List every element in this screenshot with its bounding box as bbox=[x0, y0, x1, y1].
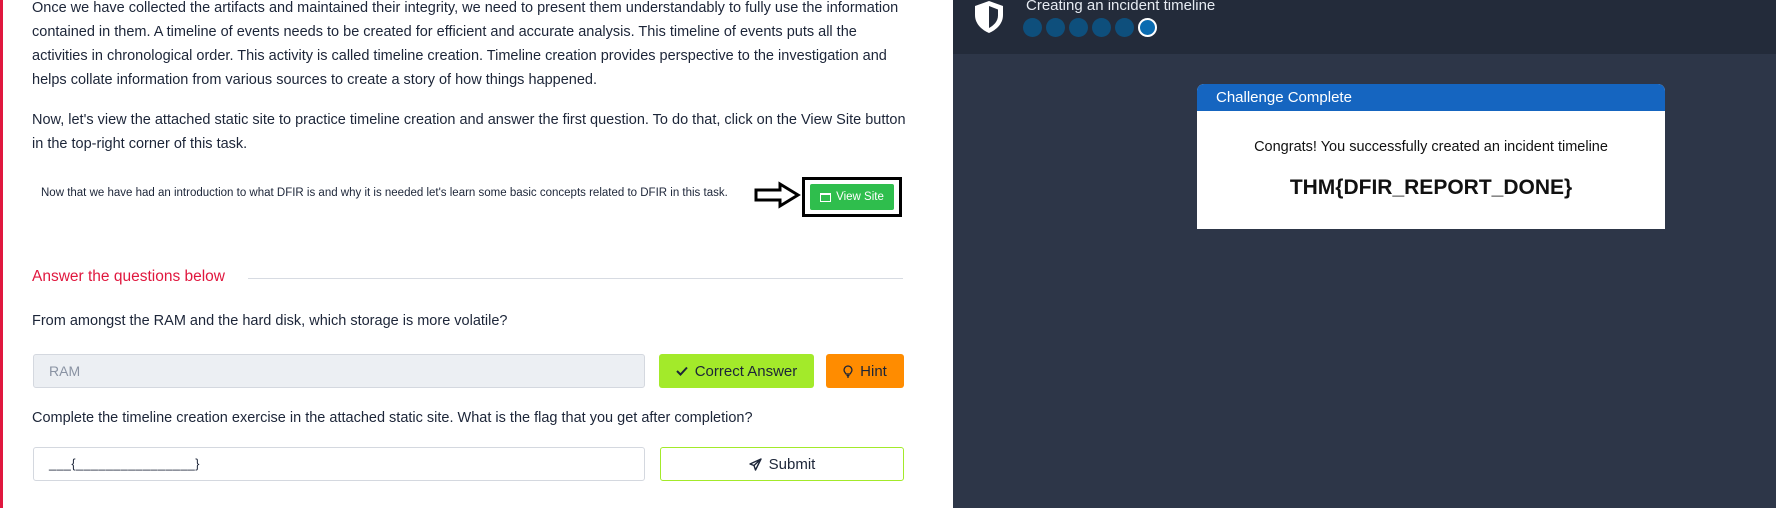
static-site-panel: Creating an incident timeline Challenge … bbox=[953, 0, 1776, 508]
arrow-right-icon bbox=[754, 181, 801, 209]
site-title: Creating an incident timeline bbox=[1026, 0, 1216, 14]
progress-step-dot bbox=[1138, 18, 1157, 37]
question-1-text: From amongst the RAM and the hard disk, … bbox=[32, 313, 508, 329]
correct-answer-label: Correct Answer bbox=[694, 362, 798, 380]
answer-questions-heading: Answer the questions below bbox=[32, 268, 226, 285]
challenge-complete-card: Challenge Complete Congrats! You success… bbox=[1197, 84, 1665, 229]
question-1-answer-field[interactable]: RAM bbox=[33, 354, 645, 388]
progress-step-dot bbox=[1069, 18, 1088, 37]
heading-divider bbox=[248, 278, 903, 279]
embedded-note-text: Now that we have had an introduction to … bbox=[41, 187, 728, 199]
view-site-highlight: View Site bbox=[802, 177, 902, 217]
progress-steps bbox=[1023, 18, 1157, 37]
task-paragraph-view-site: Now, let's view the attached static site… bbox=[32, 112, 906, 152]
hint-button[interactable]: Hint bbox=[826, 354, 904, 388]
question-2-text: Complete the timeline creation exercise … bbox=[32, 410, 753, 426]
submit-label: Submit bbox=[768, 455, 816, 473]
submit-button[interactable]: Submit bbox=[660, 447, 904, 481]
shield-icon bbox=[975, 1, 1003, 33]
embedded-note-row: Now that we have had an introduction to … bbox=[41, 177, 902, 221]
check-icon bbox=[676, 366, 688, 376]
view-site-button[interactable]: View Site bbox=[810, 184, 894, 210]
view-site-label: View Site bbox=[836, 191, 884, 203]
card-title: Challenge Complete bbox=[1197, 84, 1665, 111]
lightbulb-icon bbox=[843, 364, 853, 378]
correct-answer-button[interactable]: Correct Answer bbox=[659, 354, 814, 388]
task-panel: Once we have collected the artifacts and… bbox=[0, 0, 928, 508]
question-2-answer-field[interactable]: ___{________________} bbox=[33, 447, 645, 481]
flag-text: THM{DFIR_REPORT_DONE} bbox=[1289, 176, 1573, 199]
progress-step-dot bbox=[1046, 18, 1065, 37]
progress-step-dot bbox=[1092, 18, 1111, 37]
card-message: Congrats! You successfully created an in… bbox=[1254, 139, 1608, 155]
paper-plane-icon bbox=[748, 457, 762, 471]
progress-step-dot bbox=[1115, 18, 1134, 37]
window-icon bbox=[820, 192, 832, 202]
site-header: Creating an incident timeline bbox=[953, 0, 1776, 54]
task-paragraph-timeline: Once we have collected the artifacts and… bbox=[32, 0, 899, 88]
hint-label: Hint bbox=[860, 362, 887, 380]
progress-step-dot bbox=[1023, 18, 1042, 37]
